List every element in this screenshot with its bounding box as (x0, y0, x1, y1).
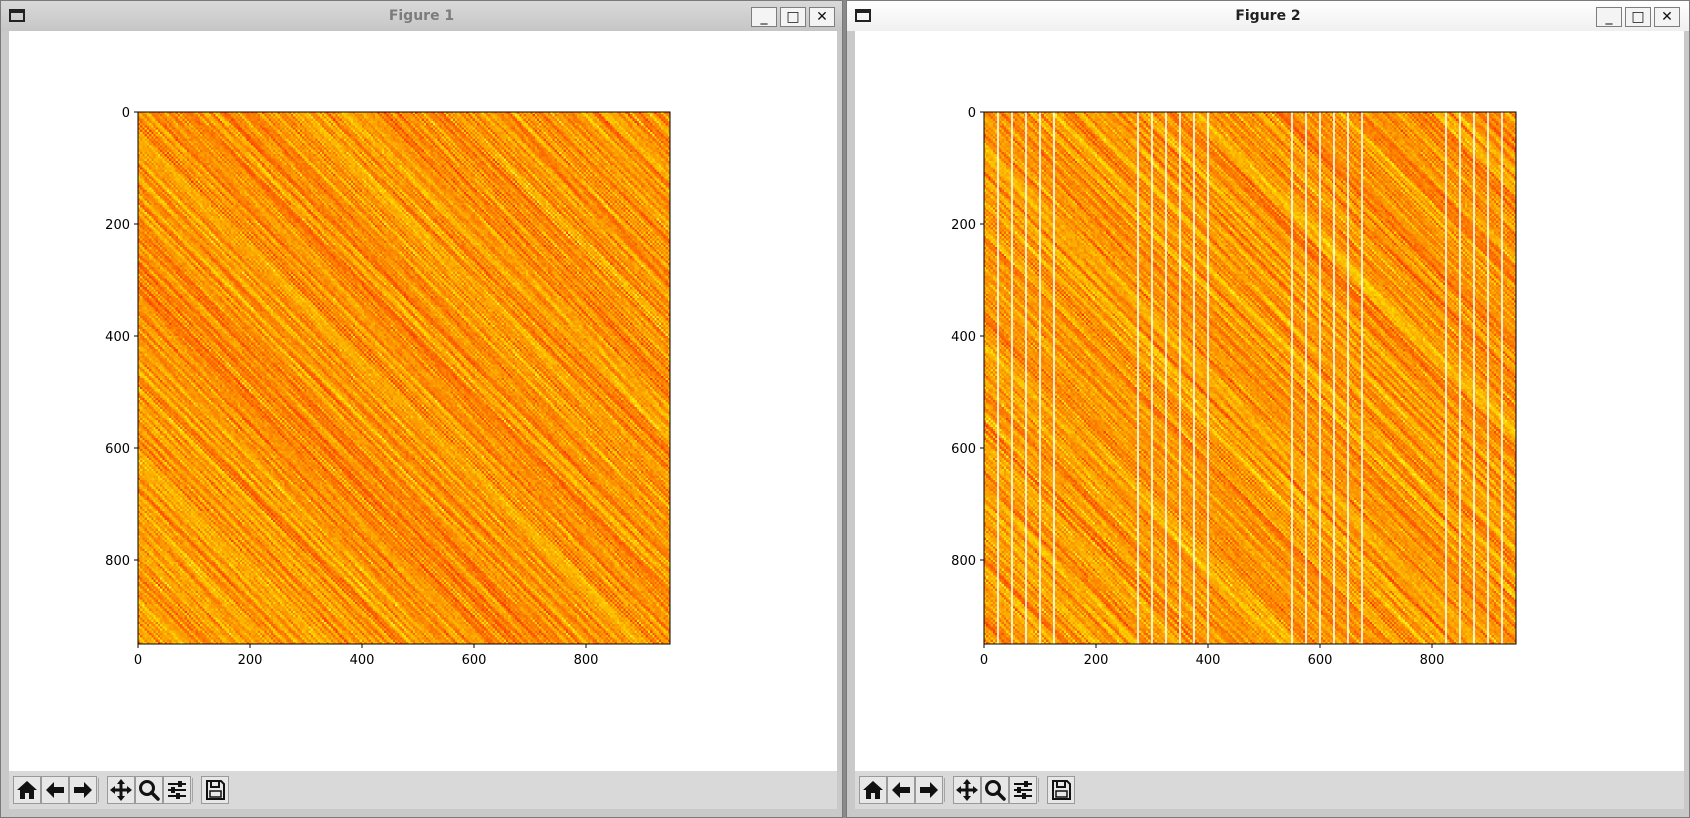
maximize-button[interactable]: □ (1625, 7, 1651, 27)
x-tick-label: 0 (980, 653, 988, 668)
heatmap-image (138, 112, 670, 644)
window-title: Figure 1 (388, 8, 455, 24)
x-tick-label: 600 (1308, 653, 1333, 668)
figure-1-titlebar[interactable]: Figure 1 _ □ ✕ (1, 1, 842, 31)
x-tick-label: 0 (134, 653, 142, 668)
save-floppy-icon (1052, 780, 1071, 800)
y-tick-label: 200 (951, 218, 976, 233)
minimize-button[interactable]: _ (751, 7, 777, 27)
configure-subplots-button[interactable] (1009, 776, 1037, 804)
home-button[interactable] (859, 776, 887, 804)
zoom-magnifier-button[interactable] (135, 776, 163, 804)
heatmap-plot[interactable]: 0 200 400 600 800 0 200 400 600 800 (9, 31, 837, 773)
save-floppy-button[interactable] (201, 776, 229, 804)
heatmap-image (984, 112, 1516, 644)
figure-1-window: Figure 1 _ □ ✕ 0 200 400 600 800 0 200 400 600 80… (0, 0, 843, 818)
forward-arrow-button[interactable] (69, 776, 97, 804)
close-button[interactable]: ✕ (809, 7, 835, 27)
y-tick-label: 0 (968, 106, 976, 121)
configure-subplots-icon (168, 781, 186, 799)
configure-subplots-icon (1014, 781, 1032, 799)
minimize-button[interactable]: _ (1596, 7, 1622, 27)
pan-move-button[interactable] (107, 776, 135, 804)
toolbar-separator (192, 778, 193, 802)
y-tick-label: 800 (951, 554, 976, 569)
close-button[interactable]: ✕ (1654, 7, 1680, 27)
y-tick-label: 400 (951, 330, 976, 345)
figure-canvas[interactable]: 0 200 400 600 800 0 200 400 600 800 (9, 31, 837, 773)
back-arrow-button[interactable] (887, 776, 915, 804)
configure-subplots-button[interactable] (163, 776, 191, 804)
forward-arrow-icon (920, 782, 938, 798)
home-icon (17, 781, 37, 799)
zoom-magnifier-icon (985, 780, 1006, 801)
y-tick-label: 600 (951, 442, 976, 457)
save-floppy-button[interactable] (1047, 776, 1075, 804)
figure-2-titlebar[interactable]: Figure 2 _ □ ✕ (847, 1, 1689, 31)
back-arrow-button[interactable] (41, 776, 69, 804)
figure-2-window: Figure 2 _ □ ✕ 0 200 400 600 800 0 200 400 600 80… (846, 0, 1690, 818)
zoom-magnifier-icon (139, 780, 160, 801)
x-tick-label: 400 (1196, 653, 1221, 668)
x-tick-label: 400 (350, 653, 375, 668)
x-tick-label: 800 (1420, 653, 1445, 668)
y-tick-label: 200 (105, 218, 130, 233)
heatmap-plot[interactable]: 0 200 400 600 800 0 200 400 600 800 (855, 31, 1684, 773)
x-tick-label: 600 (462, 653, 487, 668)
forward-arrow-button[interactable] (915, 776, 943, 804)
x-tick-label: 800 (574, 653, 599, 668)
x-tick-label: 200 (238, 653, 263, 668)
navigation-toolbar (855, 771, 1684, 809)
navigation-toolbar (9, 771, 837, 809)
home-icon (863, 781, 883, 799)
toolbar-separator (98, 778, 99, 802)
back-arrow-icon (892, 782, 910, 798)
forward-arrow-icon (74, 782, 92, 798)
y-tick-label: 400 (105, 330, 130, 345)
window-title: Figure 2 (1235, 8, 1301, 24)
toolbar-separator (944, 778, 945, 802)
home-button[interactable] (13, 776, 41, 804)
x-tick-label: 200 (1084, 653, 1109, 668)
zoom-magnifier-button[interactable] (981, 776, 1009, 804)
y-tick-label: 0 (122, 106, 130, 121)
y-tick-label: 600 (105, 442, 130, 457)
pan-move-icon (956, 779, 978, 801)
save-floppy-icon (206, 780, 225, 800)
pan-move-button[interactable] (953, 776, 981, 804)
y-tick-label: 800 (105, 554, 130, 569)
pan-move-icon (110, 779, 132, 801)
toolbar-separator (1038, 778, 1039, 802)
maximize-button[interactable]: □ (780, 7, 806, 27)
figure-canvas[interactable]: 0 200 400 600 800 0 200 400 600 800 (855, 31, 1684, 773)
back-arrow-icon (46, 782, 64, 798)
